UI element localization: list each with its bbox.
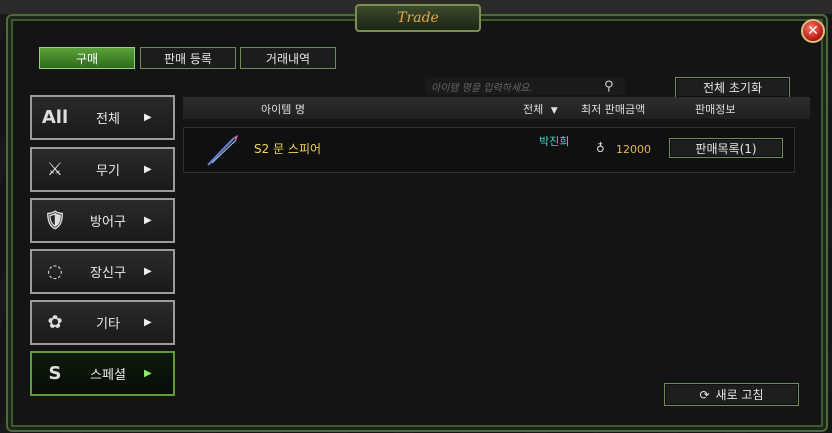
seller-name: 박진희 (539, 135, 570, 148)
header-lowest-price: 최저 판매금액 (581, 103, 646, 116)
special-icon: S (48, 363, 62, 384)
refresh-label: 새로 고침 (715, 388, 764, 402)
weapon-icon: ⚔ (46, 159, 64, 180)
spear-icon (207, 135, 238, 166)
tab-register-sale[interactable]: 판매 등록 (140, 47, 236, 69)
chevron-right-icon: ▶ (144, 112, 152, 123)
chevron-down-icon: ▼ (550, 106, 558, 116)
category-accessory-label: 장신구 (90, 266, 126, 281)
sale-list-button[interactable]: 판매목록(1) (669, 138, 783, 158)
header-sale-info: 판매정보 (695, 103, 736, 116)
category-weapon[interactable]: ⚔ 무기 ▶ (30, 147, 175, 192)
tab-buy-label: 구매 (75, 51, 99, 66)
category-special-label: 스페셜 (90, 368, 126, 383)
all-icon: All (41, 107, 69, 128)
item-name: S2 문 스피어 (254, 142, 322, 156)
money-bag-icon: ♁ (596, 141, 605, 155)
category-weapon-label: 무기 (96, 164, 120, 179)
chevron-right-icon: ▶ (144, 266, 152, 277)
category-etc[interactable]: ✿ 기타 ▶ (30, 300, 175, 345)
table-header: 아이템 명 전체 ▼ 최저 판매금액 판매정보 (183, 97, 810, 119)
chevron-right-icon: ▶ (144, 368, 152, 379)
chevron-right-icon: ▶ (144, 164, 152, 175)
window-title: Trade (355, 4, 481, 32)
category-etc-label: 기타 (96, 317, 120, 332)
tab-register-sale-label: 판매 등록 (164, 51, 212, 66)
category-all-label: 전체 (96, 112, 120, 127)
chevron-right-icon: ▶ (144, 215, 152, 226)
tab-buy[interactable]: 구매 (39, 47, 135, 69)
ring-icon: ◌ (47, 261, 63, 282)
refresh-icon: ⟳ (699, 387, 710, 402)
category-special[interactable]: S 스페셜 ▶ (30, 351, 175, 396)
category-all[interactable]: All 전체 ▶ (30, 95, 175, 140)
tab-trade-history-label: 거래내역 (265, 51, 311, 66)
category-armor-label: 방어구 (90, 215, 126, 230)
search-placeholder: 아이템 명을 입력하세요. (431, 82, 533, 94)
close-button[interactable]: ✕ (801, 19, 825, 43)
refresh-button[interactable]: ⟳ 새로 고침 (664, 383, 799, 406)
armor-icon: 🛡 (43, 210, 67, 231)
search-input[interactable]: 아이템 명을 입력하세요. (425, 77, 625, 95)
close-icon: ✕ (807, 23, 819, 39)
search-icon[interactable]: ⚲ (604, 79, 614, 94)
item-price: 12000 (616, 143, 651, 156)
category-accessory[interactable]: ◌ 장신구 ▶ (30, 249, 175, 294)
sale-list-label: 판매목록(1) (695, 141, 757, 156)
category-armor[interactable]: 🛡 방어구 ▶ (30, 198, 175, 243)
etc-icon: ✿ (47, 312, 63, 333)
filter-dropdown-label: 전체 (523, 103, 544, 116)
header-item-name: 아이템 명 (261, 103, 305, 116)
chevron-right-icon: ▶ (144, 317, 152, 328)
window-title-text: Trade (397, 10, 439, 26)
filter-dropdown[interactable]: 전체 ▼ (523, 101, 558, 117)
table-row[interactable]: S2 문 스피어 박진희 ♁ 12000 판매목록(1) (183, 127, 795, 173)
reset-all-button[interactable]: 전체 초기화 (675, 77, 790, 98)
tab-trade-history[interactable]: 거래내역 (240, 47, 336, 69)
reset-all-label: 전체 초기화 (702, 81, 762, 95)
